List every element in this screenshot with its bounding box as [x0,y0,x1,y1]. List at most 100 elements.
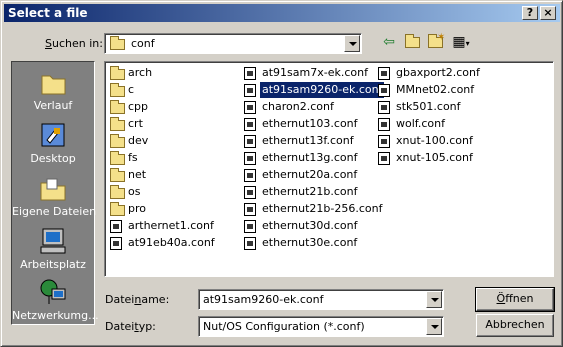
file-item[interactable]: dev [108,133,243,150]
filename-dropdown-button[interactable] [426,291,442,308]
close-button[interactable]: × [540,6,556,20]
file-item[interactable]: ethernut20a.conf [242,167,378,184]
filetype-select[interactable]: Nut/OS Configuration (*.conf) [198,316,444,337]
file-column-3: gbaxport2.conf MMnet02.conf stk501.conf wol… [376,65,511,167]
back-icon[interactable]: ⇦ [378,32,400,52]
file-item-label: arch [128,66,153,79]
filetype-label: Dateityp: [105,320,156,333]
file-item[interactable]: ethernut13f.conf [242,133,378,150]
file-item[interactable]: cpp [108,99,243,116]
lookin-label: Suchen in: [45,37,103,50]
file-item[interactable]: net [108,167,243,184]
file-item[interactable]: stk501.conf [376,99,511,116]
file-item[interactable]: arthernet1.conf [108,218,243,235]
help-button[interactable]: ? [522,6,538,20]
file-item-label: fs [128,151,138,164]
place-eigene-dateien[interactable]: Eigene Dateien [12,170,96,222]
file-item[interactable]: fs [108,150,243,167]
file-list[interactable]: arch c cpp crt dev fs net os pro arthernet1.conf a… [104,61,554,277]
file-item[interactable]: wolf.conf [376,116,511,133]
file-item-label: os [128,185,141,198]
filetype-dropdown-button[interactable] [426,318,442,335]
place-verlauf[interactable]: Verlauf [12,64,94,116]
place-netzwerkumgebung[interactable]: Netzwerkumg... [12,274,99,326]
conf-file-icon [244,67,256,80]
file-dialog-window: Select a file ? × Suchen in: conf ⇦ ✶ ▦▾… [0,0,563,347]
view-menu-icon[interactable]: ▦▾ [448,32,474,52]
conf-file-icon [244,169,256,182]
filename-input[interactable]: at91sam9260-ek.conf [198,289,444,310]
file-item[interactable]: ethernut30e.conf [242,235,378,252]
title-bar[interactable]: Select a file ? × [4,4,560,22]
file-item[interactable]: xnut-100.conf [376,133,511,150]
folder-icon [110,151,125,165]
file-item-label: xnut-100.conf [396,134,473,147]
file-column-2: at91sam7x-ek.conf at91sam9260-ek.conf char… [242,65,386,252]
folder-icon [110,83,125,97]
lookin-dropdown-button[interactable] [344,35,360,52]
folder-icon [110,117,125,131]
file-item-label: gbaxport2.conf [396,66,480,79]
conf-file-icon [110,237,122,250]
file-item[interactable]: ethernut103.conf [242,116,378,133]
file-item[interactable]: ethernut21b-256.conf [242,201,382,218]
file-item[interactable]: crt [108,116,243,133]
conf-file-icon [244,237,256,250]
file-item[interactable]: MMnet02.conf [376,82,511,99]
lookin-value: conf [131,37,155,50]
filename-label: Dateiname: [105,293,170,306]
history-icon [38,67,68,97]
filetype-value: Nut/OS Configuration (*.conf) [203,320,365,333]
file-item-label: crt [128,117,143,130]
file-column-1: arch c cpp crt dev fs net os pro arthernet1.conf a… [108,65,243,252]
file-item-label: ethernut21b.conf [262,185,358,198]
file-item[interactable]: at91eb40a.conf [108,235,243,252]
my-computer-icon [38,226,68,256]
conf-file-icon [244,135,256,148]
file-item-label: at91sam9260-ek.conf [258,81,386,99]
file-item-label: ethernut13f.conf [262,134,354,147]
conf-file-icon [244,84,256,97]
file-item[interactable]: pro [108,201,243,218]
desktop-icon [38,120,68,150]
file-item-label: pro [128,202,146,215]
file-item[interactable]: xnut-105.conf [376,150,511,167]
cancel-button[interactable]: Abbrechen [476,314,554,337]
folder-icon [110,168,125,182]
file-item-label: ethernut30d.conf [262,219,358,232]
file-item-label: ethernut103.conf [262,117,358,130]
file-item-label: c [128,83,135,96]
file-item-label: xnut-105.conf [396,151,473,164]
file-item-label: dev [128,134,149,147]
folder-icon [110,36,125,50]
file-item[interactable]: arch [108,65,243,82]
file-item[interactable]: ethernut30d.conf [242,218,378,235]
file-item[interactable]: gbaxport2.conf [376,65,511,82]
open-button[interactable]: Öffnen [475,287,555,312]
file-item-label: wolf.conf [396,117,445,130]
file-item[interactable]: c [108,82,243,99]
file-item-label: ethernut20a.conf [262,168,358,181]
file-item-label: charon2.conf [262,100,334,113]
conf-file-icon [378,118,390,131]
file-item-label: ethernut13g.conf [262,151,358,164]
folder-icon [110,134,125,148]
place-arbeitsplatz[interactable]: Arbeitsplatz [12,223,94,275]
lookin-combobox[interactable]: conf [104,33,362,54]
conf-file-icon [378,135,390,148]
file-item[interactable]: at91sam7x-ek.conf [242,65,378,82]
place-desktop[interactable]: Desktop [12,117,94,169]
folder-icon [110,66,125,80]
file-item[interactable]: os [108,184,243,201]
file-item[interactable]: charon2.conf [242,99,378,116]
file-item[interactable]: ethernut21b.conf [242,184,378,201]
file-item[interactable]: ethernut13g.conf [242,150,378,167]
conf-file-icon [110,220,122,233]
file-item[interactable]: at91sam9260-ek.conf [242,81,386,99]
conf-file-icon [378,84,390,97]
new-folder-icon[interactable]: ✶ [424,32,446,52]
conf-file-icon [244,203,256,216]
up-folder-icon[interactable] [401,32,423,52]
conf-file-icon [244,220,256,233]
conf-file-icon [244,118,256,131]
